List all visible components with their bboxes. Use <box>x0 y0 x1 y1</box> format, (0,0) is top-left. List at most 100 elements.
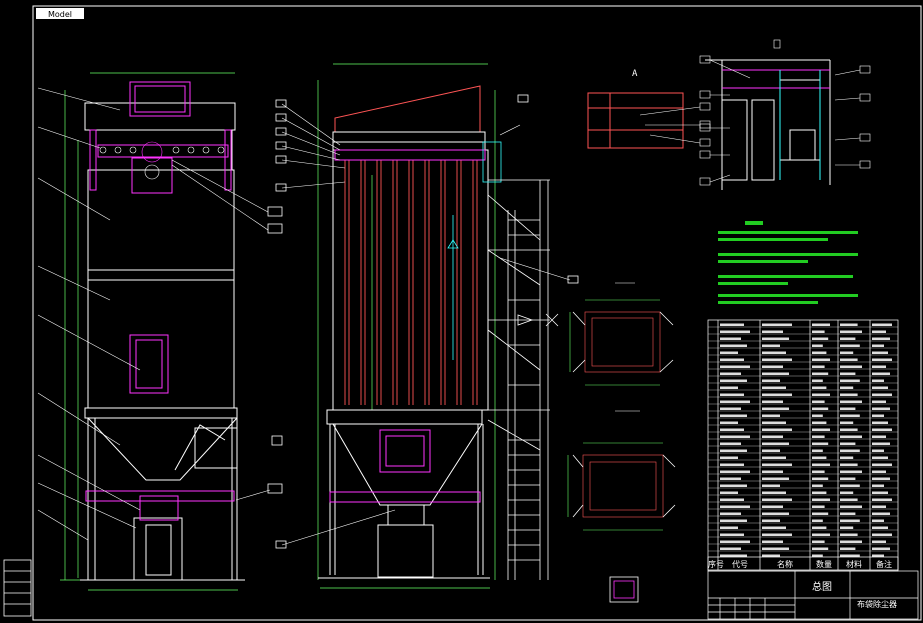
parts-cell-mark <box>840 505 862 508</box>
parts-cell-mark <box>872 386 888 389</box>
parts-cell-mark <box>762 526 786 529</box>
parts-cell-mark <box>872 533 892 536</box>
parts-cell-mark <box>840 393 858 396</box>
parts-cell-mark <box>812 533 830 536</box>
parts-cell-mark <box>872 337 890 340</box>
parts-cell-mark <box>720 477 741 480</box>
parts-cell-mark <box>812 540 825 543</box>
parts-cell-mark <box>812 379 823 382</box>
header-remark: 备注 <box>876 559 892 569</box>
parts-cell-mark <box>812 414 823 417</box>
parts-cell-mark <box>762 519 780 522</box>
parts-cell-mark <box>812 351 827 354</box>
parts-cell-mark <box>720 463 744 466</box>
parts-cell-mark <box>872 470 886 473</box>
model-tab[interactable]: Model <box>36 8 84 19</box>
parts-cell-mark <box>840 463 858 466</box>
parts-cell-mark <box>812 400 825 403</box>
parts-cell-mark <box>720 519 747 522</box>
parts-cell-mark <box>762 470 783 473</box>
parts-cell-mark <box>720 533 744 536</box>
parts-cell-mark <box>762 477 789 480</box>
parts-cell-mark <box>872 414 884 417</box>
parts-cell-mark <box>840 470 862 473</box>
header-name: 名称 <box>777 559 793 569</box>
parts-cell-mark <box>720 414 747 417</box>
parts-cell-mark <box>872 428 892 431</box>
parts-cell-mark <box>812 393 830 396</box>
parts-cell-mark <box>840 372 856 375</box>
parts-cell-mark <box>812 386 827 389</box>
parts-cell-mark <box>840 421 854 424</box>
parts-cell-mark <box>762 428 792 431</box>
parts-cell-mark <box>812 470 825 473</box>
parts-cell-mark <box>762 358 792 361</box>
parts-cell-mark <box>762 351 786 354</box>
parts-cell-mark <box>840 407 856 410</box>
parts-cell-mark <box>872 498 892 501</box>
model-tab-label: Model <box>48 10 72 19</box>
parts-cell-mark <box>812 337 829 340</box>
parts-cell-mark <box>840 358 858 361</box>
parts-cell-mark <box>812 554 823 557</box>
parts-cell-mark <box>840 498 858 501</box>
parts-cell-mark <box>840 365 862 368</box>
parts-cell-mark <box>720 435 750 438</box>
parts-cell-mark <box>812 526 827 529</box>
parts-cell-mark <box>840 337 856 340</box>
parts-cell-mark <box>872 519 884 522</box>
parts-cell-mark <box>762 484 780 487</box>
parts-cell-mark <box>720 379 747 382</box>
parts-cell-mark <box>720 330 750 333</box>
parts-cell-mark <box>762 421 786 424</box>
header-quantity: 数量 <box>816 559 832 569</box>
parts-cell-mark <box>872 330 886 333</box>
parts-cell-mark <box>720 491 738 494</box>
parts-cell-mark <box>872 512 890 515</box>
parts-cell-mark <box>872 463 892 466</box>
parts-cell-mark <box>872 365 886 368</box>
parts-cell-mark <box>762 547 789 550</box>
parts-cell-mark <box>762 365 783 368</box>
parts-cell-mark <box>720 351 738 354</box>
parts-cell-mark <box>812 407 829 410</box>
parts-cell-mark <box>762 344 780 347</box>
parts-cell-mark <box>812 428 830 431</box>
parts-cell-mark <box>762 540 783 543</box>
parts-cell-mark <box>872 407 890 410</box>
cad-drawing-canvas[interactable]: Model A 序号 代号 名称 数量 材料 备注 总图 布袋除尘器 <box>0 0 923 623</box>
parts-cell-mark <box>840 414 860 417</box>
parts-cell-mark <box>872 393 892 396</box>
parts-cell-mark <box>720 554 747 557</box>
parts-cell-mark <box>812 512 829 515</box>
parts-cell-mark <box>762 379 780 382</box>
parts-cell-mark <box>762 463 792 466</box>
header-material: 材料 <box>846 559 862 569</box>
parts-cell-mark <box>720 456 738 459</box>
parts-cell-mark <box>762 337 789 340</box>
parts-cell-mark <box>812 330 825 333</box>
parts-cell-mark <box>840 554 860 557</box>
parts-cell-mark <box>762 505 783 508</box>
parts-cell-mark <box>720 540 750 543</box>
parts-cell-mark <box>840 386 854 389</box>
parts-cell-mark <box>720 358 744 361</box>
parts-cell-mark <box>812 547 829 550</box>
parts-cell-mark <box>840 400 862 403</box>
parts-cell-mark <box>762 323 792 326</box>
parts-cell-mark <box>812 505 825 508</box>
parts-cell-mark <box>840 442 856 445</box>
parts-cell-mark <box>720 372 741 375</box>
parts-cell-mark <box>812 435 825 438</box>
parts-cell-mark <box>720 393 744 396</box>
parts-cell-mark <box>872 484 884 487</box>
sheet-background <box>0 0 923 623</box>
parts-cell-mark <box>812 323 830 326</box>
parts-cell-mark <box>872 400 886 403</box>
parts-cell-mark <box>720 512 741 515</box>
parts-cell-mark <box>872 379 884 382</box>
parts-cell-mark <box>840 344 860 347</box>
parts-cell-mark <box>872 526 888 529</box>
parts-cell-mark <box>840 547 856 550</box>
parts-cell-mark <box>840 435 862 438</box>
